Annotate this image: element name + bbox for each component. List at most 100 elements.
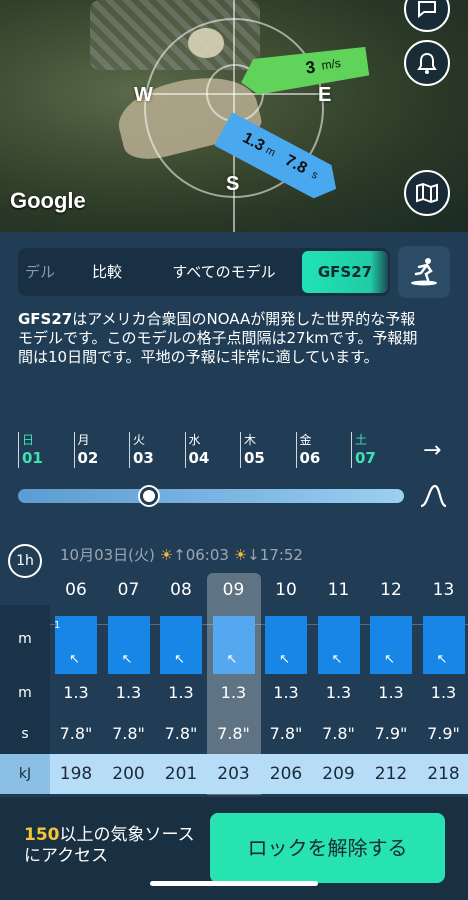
day-weekday: 水 [188,433,201,447]
energy-cell: 201 [164,764,198,784]
day-weekday: 月 [77,433,90,447]
date-sun-times: 10月03日(火) ☀↑06:03 ☀↓17:52 [60,544,303,565]
period-cell: 7.8" [59,724,93,743]
surfer-icon [411,258,437,286]
direction-arrow-icon: ↖ [331,652,343,667]
wind-speed: 3 [304,57,317,78]
day-item[interactable]: 土 07 [351,432,401,468]
map-view[interactable]: W E S 3 m/s 1.3 m 7.8 s Google [0,0,468,232]
direction-arrow-icon: ↖ [436,652,448,667]
day-number: 05 [244,449,265,467]
wave-bar: ↖ [370,616,412,674]
direction-arrow-icon: ↖ [69,652,80,667]
hour-label[interactable]: 10 [261,580,311,600]
day-number: 06 [299,449,321,467]
compass-horizontal-line [140,93,330,95]
day-number: 02 [77,449,99,467]
period-cell: 7.8" [217,724,250,743]
swell-height-unit: m [263,144,278,160]
day-selector: 日 01 月 02 火 03 水 04 木 05 金 06 土 07 [18,432,418,472]
wave-height-cell: 1.3 [325,683,352,702]
swell-period-unit: s [309,168,320,182]
day-number: 07 [355,449,376,467]
day-item[interactable]: 木 05 [240,432,290,468]
direction-arrow-icon: ↖ [121,652,133,667]
period-cell: 7.9" [427,724,460,743]
map-layers-button[interactable] [404,170,450,216]
energy-cell: 212 [374,764,408,784]
period-cell: 7.9" [374,724,408,743]
day-number: 03 [133,449,154,467]
sunset-arrow-icon: ↓ [247,546,260,564]
tab-compare[interactable]: 比較 [78,248,136,296]
wind-unit: m/s [320,55,342,73]
hour-label[interactable]: 08 [156,580,206,600]
google-logo: Google [10,188,86,213]
wave-bar: ↖ [160,616,202,674]
energy-cell: 218 [427,764,460,784]
alerts-button[interactable] [404,40,450,86]
period-cell: 7.8" [112,724,145,743]
swell-period: 7.8 [282,151,310,178]
day-number: 01 [22,449,43,467]
wave-bar: ↖ [317,616,360,674]
chat-button[interactable] [404,0,450,32]
sunrise-arrow-icon: ↑ [173,546,186,564]
energy-cell: 209 [322,764,355,784]
wave-curve-icon[interactable] [418,482,448,510]
map-icon [416,182,438,204]
wave-bar: ↖ [107,616,150,674]
wave-height-cell: 1.3 [220,683,247,702]
home-indicator [150,881,318,886]
wave-height-cell: 1.3 [115,683,142,702]
hour-label[interactable]: 11 [314,580,364,600]
chat-icon [418,1,436,19]
swell-height: 1.3 [239,129,268,155]
sunrise-time: 06:03 [185,546,229,564]
direction-arrow-icon: ↖ [279,652,290,667]
wave-height-cell: 1.3 [378,683,404,702]
hour-label[interactable]: 13 [419,580,468,600]
upgrade-footer: 150以上の気象ソースにアクセス ロックを解除する [0,797,468,900]
hour-label[interactable]: 07 [104,580,154,600]
compass-south: S [226,173,240,195]
compass-east: E [318,84,332,106]
day-item[interactable]: 水 04 [184,432,235,468]
day-item[interactable]: 月 02 [73,432,124,468]
hour-label[interactable]: 06 [51,580,101,600]
day-item[interactable]: 火 03 [129,432,179,468]
surf-mode-button[interactable] [398,246,450,298]
day-item[interactable]: 日 01 [18,432,68,468]
hourly-table: kJ 06 ↖ 1.3 7.8" 198 07 ↖ 1.3 7.8" 200 08 ↖ 1.3 7.8" 2… [0,572,468,797]
direction-arrow-icon: ↖ [174,652,185,667]
forecast-date: 10月03日(火) [60,546,155,564]
period-cell: 7.8" [269,724,303,743]
day-weekday: 木 [244,433,257,447]
day-weekday: 火 [133,433,146,447]
access-promo: 150以上の気象ソースにアクセス [24,825,199,867]
row-label-energy: kJ [0,754,50,794]
compass-west: W [134,84,153,106]
direction-arrow-icon: ↖ [384,652,395,667]
time-slider-track[interactable] [18,489,404,503]
tab-model-partial[interactable]: デル [18,248,62,296]
sunrise-icon: ☀ [159,546,174,564]
sunset-icon: ☀ [233,546,248,564]
unlock-button[interactable]: ロックを解除する [210,813,445,883]
sunset-time: 17:52 [259,546,303,564]
wave-bar: ↖ [212,616,255,674]
access-number: 150 [24,825,60,845]
wave-bar: ↖ [265,616,307,674]
model-description: GFS27はアメリカ合衆国のNOAAが開発した世界的な予報モデルです。このモデル… [18,310,428,367]
tab-gfs27[interactable]: GFS27 [302,251,388,293]
hour-label[interactable]: 12 [366,580,416,600]
tab-all-models[interactable]: すべてのモデル [154,248,294,296]
next-week-arrow-icon[interactable]: → [423,438,441,463]
model-tabs: デル 比較 すべてのモデル GFS27 [18,248,390,296]
day-item[interactable]: 金 06 [295,432,346,468]
model-description-text: はアメリカ合衆国のNOAAが開発した世界的な予報モデルです。このモデルの格子点間… [18,310,418,366]
wave-bar: ↖ [55,616,97,674]
hour-label[interactable]: 09 [209,580,259,600]
wave-height-cell: 1.3 [273,683,299,702]
day-weekday: 金 [299,433,312,447]
